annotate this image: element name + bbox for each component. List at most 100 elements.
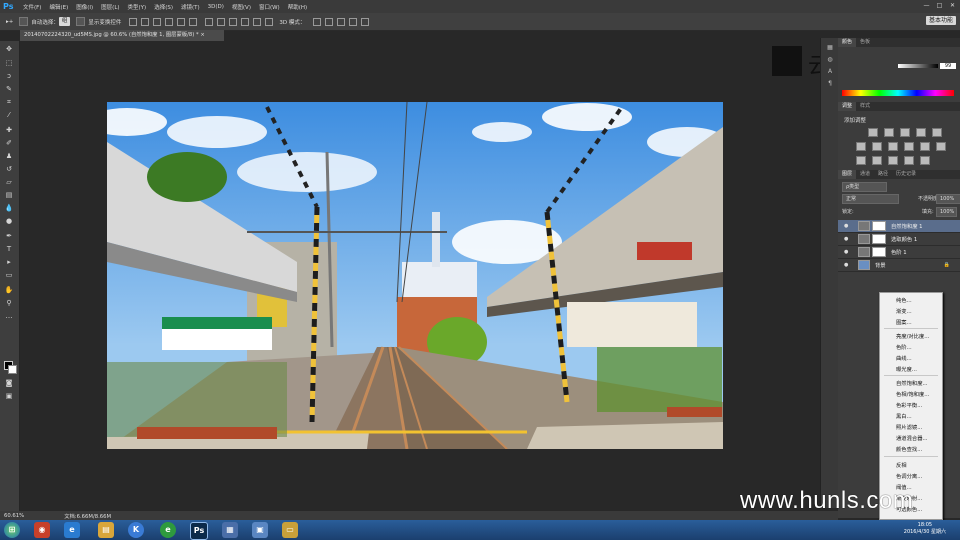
history-panel-icon[interactable]: ▦	[825, 44, 835, 52]
vibrance-icon[interactable]	[932, 128, 942, 137]
brightness-contrast-icon[interactable]	[868, 128, 878, 137]
align-bottom-icon[interactable]	[153, 17, 162, 26]
visibility-eye-icon[interactable]: ●	[844, 249, 852, 255]
system-clock[interactable]: 18:05 2016/4/30 星期六	[904, 522, 946, 536]
extra-tools-icon[interactable]: …	[4, 312, 14, 320]
threshold-icon[interactable]	[888, 156, 898, 165]
screen-mode-icon[interactable]: ▣	[4, 392, 14, 400]
tab-adjustments[interactable]: 调整	[838, 102, 857, 111]
eraser-tool-icon[interactable]: ▱	[4, 178, 14, 186]
layer-row[interactable]: ● 背景 🔒	[838, 259, 960, 272]
menu-select[interactable]: 选择(S)	[154, 3, 173, 11]
channel-mixer-icon[interactable]	[920, 142, 930, 151]
menu-image[interactable]: 图像(I)	[76, 3, 93, 11]
eyedropper-tool-icon[interactable]: ⁄	[4, 111, 14, 119]
brush-tool-icon[interactable]: ✐	[4, 139, 14, 147]
layer-mask-thumb[interactable]	[872, 221, 886, 231]
menu-item-exposure[interactable]: 曝光度...	[896, 365, 917, 373]
layer-row[interactable]: ● 选取颜色 1	[838, 233, 960, 246]
tab-styles[interactable]: 样式	[856, 102, 874, 111]
menu-item-levels[interactable]: 色阶...	[896, 343, 912, 351]
3d-pan-icon[interactable]	[337, 17, 346, 26]
distribute-top-icon[interactable]	[205, 17, 214, 26]
menu-3d[interactable]: 3D(D)	[208, 4, 224, 10]
document-image[interactable]	[107, 102, 723, 449]
hue-saturation-icon[interactable]	[856, 142, 866, 151]
clone-stamp-tool-icon[interactable]: ♟	[4, 152, 14, 160]
curves-icon[interactable]	[900, 128, 910, 137]
menu-item-black-white[interactable]: 黑白...	[896, 412, 912, 420]
menu-item-posterize[interactable]: 色调分离...	[896, 472, 922, 480]
layer-row[interactable]: ● 自然饱和度 1	[838, 220, 960, 233]
quick-mask-icon[interactable]: ◙	[4, 379, 14, 387]
distribute-left-icon[interactable]	[241, 17, 250, 26]
gradient-map-icon[interactable]	[920, 156, 930, 165]
lasso-tool-icon[interactable]: ↄ	[4, 72, 14, 80]
tab-color[interactable]: 颜色	[838, 38, 857, 47]
path-select-tool-icon[interactable]: ▸	[4, 258, 14, 266]
align-left-icon[interactable]	[165, 17, 174, 26]
auto-select-dropdown[interactable]: 组	[58, 17, 71, 26]
history-brush-tool-icon[interactable]: ↺	[4, 165, 14, 173]
gradient-tool-icon[interactable]: ▤	[4, 191, 14, 199]
menu-item-hue-saturation[interactable]: 色相/饱和度...	[896, 390, 929, 398]
character-panel-icon[interactable]: A	[825, 68, 835, 76]
zoom-level[interactable]: 60.61%	[4, 513, 24, 519]
document-tab-close[interactable]: ×	[200, 32, 204, 38]
exposure-icon[interactable]	[916, 128, 926, 137]
visibility-eye-icon[interactable]: ●	[844, 223, 852, 229]
layer-filter-dropdown[interactable]: ρ类型	[842, 182, 887, 192]
file-explorer-icon[interactable]: ▤	[98, 522, 114, 538]
layer-mask-thumb[interactable]	[872, 234, 886, 244]
3d-scale-icon[interactable]	[361, 17, 370, 26]
crop-tool-icon[interactable]: ⌗	[4, 98, 14, 106]
shape-tool-icon[interactable]: ▭	[4, 271, 14, 279]
layer-mask-thumb[interactable]	[872, 247, 886, 257]
tab-paths[interactable]: 路径	[874, 170, 892, 179]
menu-edit[interactable]: 编辑(E)	[49, 3, 68, 11]
visibility-eye-icon[interactable]: ●	[844, 262, 852, 268]
layer-row[interactable]: ● 色阶 1	[838, 246, 960, 259]
menu-item-vibrance[interactable]: 自然饱和度...	[896, 379, 928, 387]
color-lookup-icon[interactable]	[936, 142, 946, 151]
blend-mode-dropdown[interactable]: 正常	[842, 194, 899, 204]
restore-button[interactable]: □	[934, 1, 945, 10]
zoom-tool-icon[interactable]: ⚲	[4, 299, 14, 307]
blur-tool-icon[interactable]: 💧	[4, 204, 14, 212]
align-right-icon[interactable]	[189, 17, 198, 26]
k-slider[interactable]	[898, 64, 938, 68]
menu-item-curves[interactable]: 曲线...	[896, 354, 912, 362]
tab-layers[interactable]: 图层	[838, 170, 857, 179]
app-launcher-icon[interactable]: ◉	[34, 522, 50, 538]
opacity-field[interactable]: 100%	[936, 194, 960, 204]
distribute-vcenter-icon[interactable]	[217, 17, 226, 26]
move-tool-icon[interactable]: ✥	[4, 45, 14, 53]
align-vcenter-icon[interactable]	[141, 17, 150, 26]
levels-icon[interactable]	[884, 128, 894, 137]
document-size-info[interactable]: 文档:6.66M/8.66M	[64, 512, 111, 520]
remote-app-icon[interactable]: ▣	[252, 522, 268, 538]
menu-window[interactable]: 窗口(W)	[259, 3, 280, 11]
dodge-tool-icon[interactable]: ●	[4, 217, 14, 225]
selective-color-icon[interactable]	[904, 156, 914, 165]
photoshop-taskbar-icon[interactable]: Ps	[190, 522, 208, 540]
menu-item-pattern[interactable]: 图案...	[896, 318, 912, 326]
quick-select-tool-icon[interactable]: ✎	[4, 85, 14, 93]
menu-item-invert[interactable]: 反相	[896, 461, 907, 469]
document-tab[interactable]: 20140702224320_ud5MS.jpg @ 60.6% (自然饱和度 …	[20, 30, 224, 41]
marquee-tool-icon[interactable]: ⬚	[4, 59, 14, 67]
menu-item-photo-filter[interactable]: 照片滤镜...	[896, 423, 922, 431]
distribute-right-icon[interactable]	[265, 17, 274, 26]
properties-panel-icon[interactable]: ◍	[825, 56, 835, 64]
menu-view[interactable]: 视图(V)	[232, 3, 251, 11]
auto-select-checkbox[interactable]	[19, 17, 29, 26]
media-app-icon[interactable]: ▦	[222, 522, 238, 538]
fill-field[interactable]: 100%	[936, 207, 957, 217]
distribute-bottom-icon[interactable]	[229, 17, 238, 26]
pen-tool-icon[interactable]: ✒	[4, 232, 14, 240]
menu-type[interactable]: 类型(Y)	[128, 3, 147, 11]
3d-rotate-icon[interactable]	[313, 17, 322, 26]
menu-item-solid-color[interactable]: 纯色...	[896, 296, 912, 304]
distribute-hcenter-icon[interactable]	[253, 17, 262, 26]
menu-item-brightness-contrast[interactable]: 亮度/对比度...	[896, 332, 929, 340]
